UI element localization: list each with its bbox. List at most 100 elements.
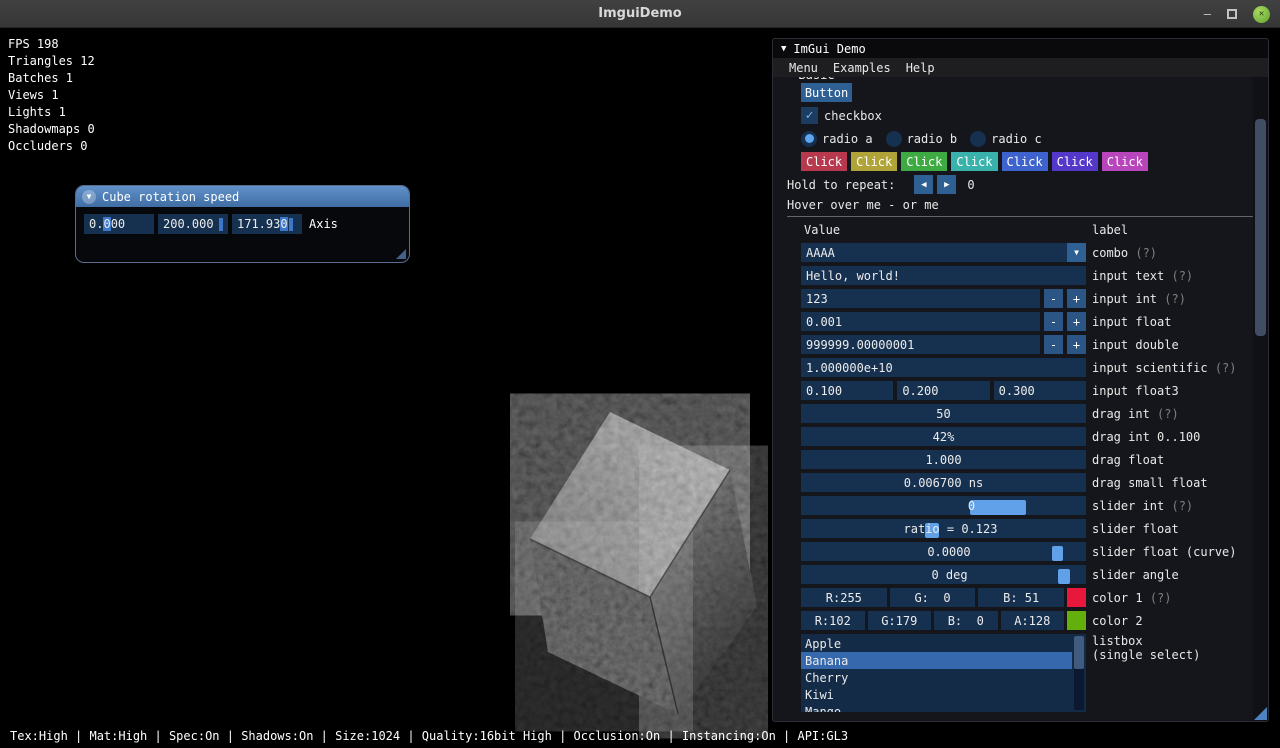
drag-int-widget[interactable]: 50 (801, 404, 1086, 423)
click-button-3[interactable]: Click (901, 152, 947, 171)
input-scientific-field[interactable]: 1.000000e+10 (801, 358, 1086, 377)
minimize-icon[interactable]: — (1204, 9, 1211, 19)
rotation-x-field[interactable]: 0.000 (84, 214, 154, 234)
checkbox-widget[interactable]: ✓ (801, 107, 818, 124)
imgui-window-titlebar[interactable]: ▼ ImGui Demo (773, 39, 1268, 58)
stat-line: FPS 198 (8, 36, 95, 53)
imgui-window-title: ImGui Demo (793, 42, 865, 56)
click-button-1[interactable]: Click (801, 152, 847, 171)
help-marker[interactable]: (?) (1171, 269, 1193, 283)
cube-window-titlebar[interactable]: ▼ Cube rotation speed (76, 186, 409, 207)
click-button-2[interactable]: Click (851, 152, 897, 171)
help-marker[interactable]: (?) (1164, 292, 1186, 306)
click-button-6[interactable]: Click (1052, 152, 1098, 171)
help-marker[interactable]: (?) (1171, 499, 1193, 513)
input-float3-z[interactable]: 0.300 (994, 381, 1086, 400)
rotation-y-field[interactable]: 200.000 (158, 214, 228, 234)
hover-text[interactable]: Hover over me - or me (787, 198, 939, 212)
menu-item-examples[interactable]: Examples (831, 61, 893, 75)
resize-grip[interactable] (1254, 707, 1267, 720)
help-marker[interactable]: (?) (1150, 591, 1172, 605)
color2-swatch[interactable] (1067, 611, 1086, 630)
label-column-header: label (1092, 223, 1128, 237)
radio-a[interactable]: radio a (801, 131, 873, 147)
arrow-left-button[interactable]: ◀ (914, 175, 933, 194)
tree-node-basic[interactable]: ▼ Basic (787, 77, 1254, 83)
color2-r-field[interactable]: R:102 (801, 611, 865, 630)
increment-button[interactable]: + (1067, 335, 1086, 354)
stat-line: Triangles 12 (8, 53, 95, 70)
increment-button[interactable]: + (1067, 289, 1086, 308)
rotation-z-field[interactable]: 171.930 (232, 214, 302, 234)
click-button-5[interactable]: Click (1002, 152, 1048, 171)
radio-c[interactable]: radio c (970, 131, 1042, 147)
listbox-item-cherry[interactable]: Cherry (801, 669, 1072, 686)
stat-line: Batches 1 (8, 70, 95, 87)
menu-item-help[interactable]: Help (904, 61, 937, 75)
input-int-field[interactable]: 123 (801, 289, 1040, 308)
color2-g-field[interactable]: G:179 (868, 611, 932, 630)
decrement-button[interactable]: - (1044, 312, 1063, 331)
window-scrollbar[interactable] (1253, 77, 1268, 721)
drag-small-float-widget[interactable]: 0.006700 ns (801, 473, 1086, 492)
help-marker[interactable]: (?) (1157, 407, 1179, 421)
button-widget[interactable]: Button (801, 83, 852, 102)
color1-r-field[interactable]: R:255 (801, 588, 887, 607)
input-double-field[interactable]: 999999.00000001 (801, 335, 1040, 354)
imgui-demo-window: ▼ ImGui Demo Menu Examples Help ▼ Basic … (772, 38, 1269, 722)
click-button-4[interactable]: Click (951, 152, 997, 171)
slider-angle-widget[interactable]: 0 deg (801, 565, 1086, 584)
close-icon[interactable]: ✕ (1253, 6, 1270, 23)
collapse-down-icon: ▼ (787, 77, 792, 80)
color2-a-field[interactable]: A:128 (1001, 611, 1065, 630)
window-scrollbar-grab[interactable] (1255, 119, 1266, 336)
decrement-button[interactable]: - (1044, 335, 1063, 354)
slider-float-curve-widget[interactable]: 0.0000 (801, 542, 1086, 561)
listbox-scrollbar-grab[interactable] (1074, 636, 1084, 669)
slider-grab[interactable] (1052, 546, 1063, 561)
radio-row: radio a radio b radio c (801, 129, 1254, 148)
drag-float-widget[interactable]: 1.000 (801, 450, 1086, 469)
arrow-left-icon: ◀ (921, 180, 926, 190)
os-titlebar[interactable]: ImguiDemo — ✕ (0, 0, 1280, 28)
listbox-scrollbar[interactable] (1074, 636, 1084, 710)
color1-g-field[interactable]: G: 0 (890, 588, 976, 607)
collapse-button[interactable]: ▼ (82, 190, 96, 204)
color1-swatch[interactable] (1067, 588, 1086, 607)
input-float3-y[interactable]: 0.200 (897, 381, 989, 400)
slider-grab[interactable] (1058, 569, 1070, 584)
imgui-content: ▼ Basic Button ✓ checkbox radio a radio … (787, 77, 1254, 721)
combo-widget[interactable]: AAAA ▼ (801, 243, 1086, 262)
listbox-item-kiwi[interactable]: Kiwi (801, 686, 1072, 703)
listbox-item-apple[interactable]: Apple (801, 635, 1072, 652)
click-button-7[interactable]: Click (1102, 152, 1148, 171)
restore-icon[interactable] (1227, 9, 1237, 19)
combo-open-button[interactable]: ▼ (1067, 243, 1086, 262)
color1-b-field[interactable]: B: 51 (978, 588, 1064, 607)
checkbox-label: checkbox (824, 109, 882, 123)
drag-int-percent-widget[interactable]: 42% (801, 427, 1086, 446)
listbox-item-mango[interactable]: Mango (801, 703, 1072, 712)
menu-item-menu[interactable]: Menu (787, 61, 820, 75)
help-marker[interactable]: (?) (1215, 361, 1237, 375)
resize-grip[interactable] (396, 249, 406, 259)
color2-b-field[interactable]: B: 0 (934, 611, 998, 630)
cube-window-title: Cube rotation speed (102, 190, 239, 204)
arrow-right-button[interactable]: ▶ (937, 175, 956, 194)
slider-grab[interactable] (970, 500, 1026, 515)
decrement-button[interactable]: - (1044, 289, 1063, 308)
radio-icon (886, 131, 902, 147)
slider-int-widget[interactable]: 0 (801, 496, 1086, 515)
listbox-item-banana[interactable]: Banana (801, 652, 1072, 669)
collapse-down-icon[interactable]: ▼ (781, 44, 786, 54)
increment-button[interactable]: + (1067, 312, 1086, 331)
radio-b[interactable]: radio b (886, 131, 958, 147)
input-float-field[interactable]: 0.001 (801, 312, 1040, 331)
tree-node-trees[interactable]: ▶ Trees (787, 716, 1254, 721)
slider-float-widget[interactable]: ratio = 0.123 (801, 519, 1086, 538)
cube-rotation-window: ▼ Cube rotation speed 0.000 200.000 171.… (75, 185, 410, 263)
help-marker[interactable]: (?) (1135, 246, 1157, 260)
arrow-right-icon: ▶ (944, 180, 949, 190)
input-text-field[interactable]: Hello, world! (801, 266, 1086, 285)
input-float3-x[interactable]: 0.100 (801, 381, 893, 400)
